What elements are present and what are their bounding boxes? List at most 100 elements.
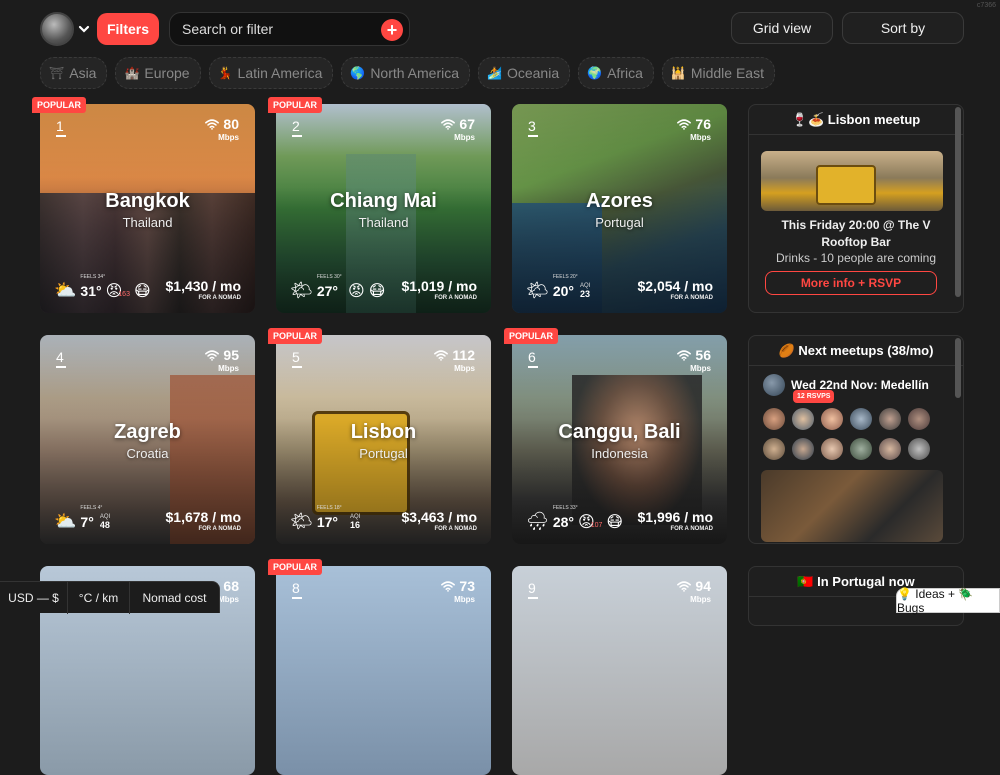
avatar[interactable]: [908, 408, 930, 430]
avatar[interactable]: [792, 438, 814, 460]
lisbon-meetup-panel: 🍷🍝 Lisbon meetup This Friday 20:00 @ The…: [748, 104, 964, 313]
region-latin-america[interactable]: 💃 Latin America: [208, 57, 334, 89]
region-label: Middle East: [690, 65, 764, 81]
partly-cloudy-icon: ⛅: [54, 280, 77, 300]
meetup-item[interactable]: Wed 22nd Nov: Medellín: [763, 374, 929, 396]
feels-like: FEELS 30°: [316, 273, 342, 280]
avatar[interactable]: [763, 438, 785, 460]
aqi-value: 16: [350, 519, 361, 530]
avatar[interactable]: [792, 408, 814, 430]
wifi-icon: [441, 581, 455, 592]
globe-americas-icon: 🌎: [350, 66, 366, 80]
country-name: Indonesia: [591, 446, 648, 461]
cost-value: $2,054 / mo: [637, 278, 714, 294]
city-card-zagreb[interactable]: 4 95 Mbps Zagreb Croatia ⛅ FEELS 4° 7° AQI…: [40, 335, 255, 544]
speed-unit: Mbps: [690, 595, 711, 604]
city-card-bangkok[interactable]: 1 80 Mbps Bangkok Thailand ⛅ FEELS 34° 31°…: [40, 104, 255, 313]
avatar[interactable]: [763, 408, 785, 430]
region-africa[interactable]: 🌍 Africa: [578, 57, 654, 89]
wifi-icon: [677, 350, 691, 361]
speed-unit: Mbps: [454, 364, 475, 373]
feels-like: FEELS 33°: [552, 504, 578, 511]
currency-selector[interactable]: USD — $: [0, 582, 68, 614]
search-bar[interactable]: +: [169, 12, 410, 46]
aqi-value: 23: [580, 288, 591, 299]
nomad-cost: $1,996 / mo FOR A NOMAD: [638, 509, 714, 532]
meetup-attendees: Drinks - 10 people are coming: [775, 251, 937, 265]
city-card-8[interactable]: 8 73 Mbps: [276, 566, 491, 775]
scrollbar[interactable]: [955, 107, 961, 297]
filters-button[interactable]: Filters: [97, 13, 159, 45]
mosque-icon: 🕌: [670, 66, 686, 80]
region-oceania[interactable]: 🏄 Oceania: [478, 57, 571, 89]
cost-label: FOR A NOMAD: [670, 295, 713, 301]
search-input[interactable]: [182, 21, 372, 37]
nomad-cost: $3,463 / mo FOR A NOMAD: [402, 509, 478, 532]
temperature: 17°: [316, 513, 339, 530]
avatar[interactable]: [850, 438, 872, 460]
aqi-label: AQI: [580, 282, 591, 289]
weather-info: 🌤 FEELS 20° 20° AQI 23: [526, 274, 591, 301]
speed-unit: Mbps: [454, 595, 475, 604]
sun-icon: 🌤: [290, 511, 313, 531]
internet-speed: 67 Mbps: [441, 116, 475, 142]
avatar[interactable]: [821, 408, 843, 430]
speed-value: 68: [223, 578, 239, 594]
region-middle-east[interactable]: 🕌 Middle East: [661, 57, 775, 89]
rain-cloud-icon: 🌧: [526, 511, 549, 531]
city-card-canggu-bali[interactable]: 6 56 Mbps Canggu, Bali Indonesia 🌧 FEELS …: [512, 335, 727, 544]
sort-by-button[interactable]: Sort by: [842, 12, 964, 44]
speed-unit: Mbps: [218, 133, 239, 142]
speed-unit: Mbps: [690, 364, 711, 373]
region-filters: ⛩ Asia 🏰 Europe 💃 Latin America 🌎 North Amer…: [40, 57, 775, 89]
region-asia[interactable]: ⛩ Asia: [40, 57, 108, 89]
card-rank: 9: [528, 580, 538, 599]
region-label: Europe: [144, 65, 190, 81]
wifi-icon: [677, 581, 691, 592]
add-filter-button[interactable]: +: [381, 19, 403, 41]
city-card-9[interactable]: 9 94 Mbps: [512, 566, 727, 775]
avatar[interactable]: [908, 438, 930, 460]
speed-value: 80: [223, 116, 239, 132]
ideas-bugs-button[interactable]: 💡 Ideas + 🪲 Bugs: [896, 587, 1000, 615]
popular-badge: POPULAR: [32, 97, 87, 113]
city-card-lisbon[interactable]: 5 112 Mbps Lisbon Portugal 🌤 FEELS 18° 17°…: [276, 335, 491, 544]
chevron-down-icon[interactable]: [78, 23, 90, 35]
country-name: Croatia: [126, 446, 169, 461]
region-label: Latin America: [237, 65, 323, 81]
nomad-cost: $2,054 / mo FOR A NOMAD: [638, 278, 714, 301]
angry-face-icon: 😡: [348, 282, 365, 300]
avatar[interactable]: [40, 12, 74, 46]
card-rank: 5: [292, 349, 302, 368]
speed-unit: Mbps: [690, 133, 711, 142]
rsvp-count-badge: 12 RSVPS: [793, 390, 835, 403]
meetup-time-location: This Friday 20:00 @ The V Rooftop Bar: [781, 218, 931, 249]
avatar[interactable]: [879, 438, 901, 460]
city-card-azores[interactable]: 3 76 Mbps Azores Portugal 🌤 FEELS 20° 20° …: [512, 104, 727, 313]
torii-icon: ⛩: [49, 66, 65, 80]
cost-selector[interactable]: Nomad cost: [130, 582, 219, 614]
rsvp-button[interactable]: More info + RSVP: [765, 271, 937, 295]
avatar[interactable]: [879, 408, 901, 430]
country-name: Portugal: [595, 215, 644, 230]
internet-speed: 76 Mbps: [677, 116, 711, 142]
cost-value: $1,019 / mo: [401, 278, 478, 294]
internet-speed: 73 Mbps: [441, 578, 475, 604]
internet-speed: 95 Mbps: [205, 347, 239, 373]
city-card-chiang-mai[interactable]: 2 67 Mbps Chiang Mai Thailand 🌤 FEELS 30°…: [276, 104, 491, 313]
scrollbar[interactable]: [955, 338, 961, 398]
meetup-image: [761, 151, 943, 211]
avatar[interactable]: [850, 408, 872, 430]
avatar[interactable]: [821, 438, 843, 460]
wifi-icon: [434, 350, 448, 361]
country-name: Thailand: [358, 215, 409, 230]
feels-like: FEELS 20°: [552, 273, 578, 280]
user-menu[interactable]: [40, 12, 90, 46]
grid-view-button[interactable]: Grid view: [731, 12, 833, 44]
region-label: Asia: [69, 65, 97, 81]
region-north-america[interactable]: 🌎 North America: [341, 57, 471, 89]
units-selector[interactable]: °C / km: [68, 582, 130, 614]
sun-cloud-icon: 🌤: [526, 280, 549, 300]
region-europe[interactable]: 🏰 Europe: [115, 57, 201, 89]
cost-value: $1,430 / mo: [165, 278, 242, 294]
